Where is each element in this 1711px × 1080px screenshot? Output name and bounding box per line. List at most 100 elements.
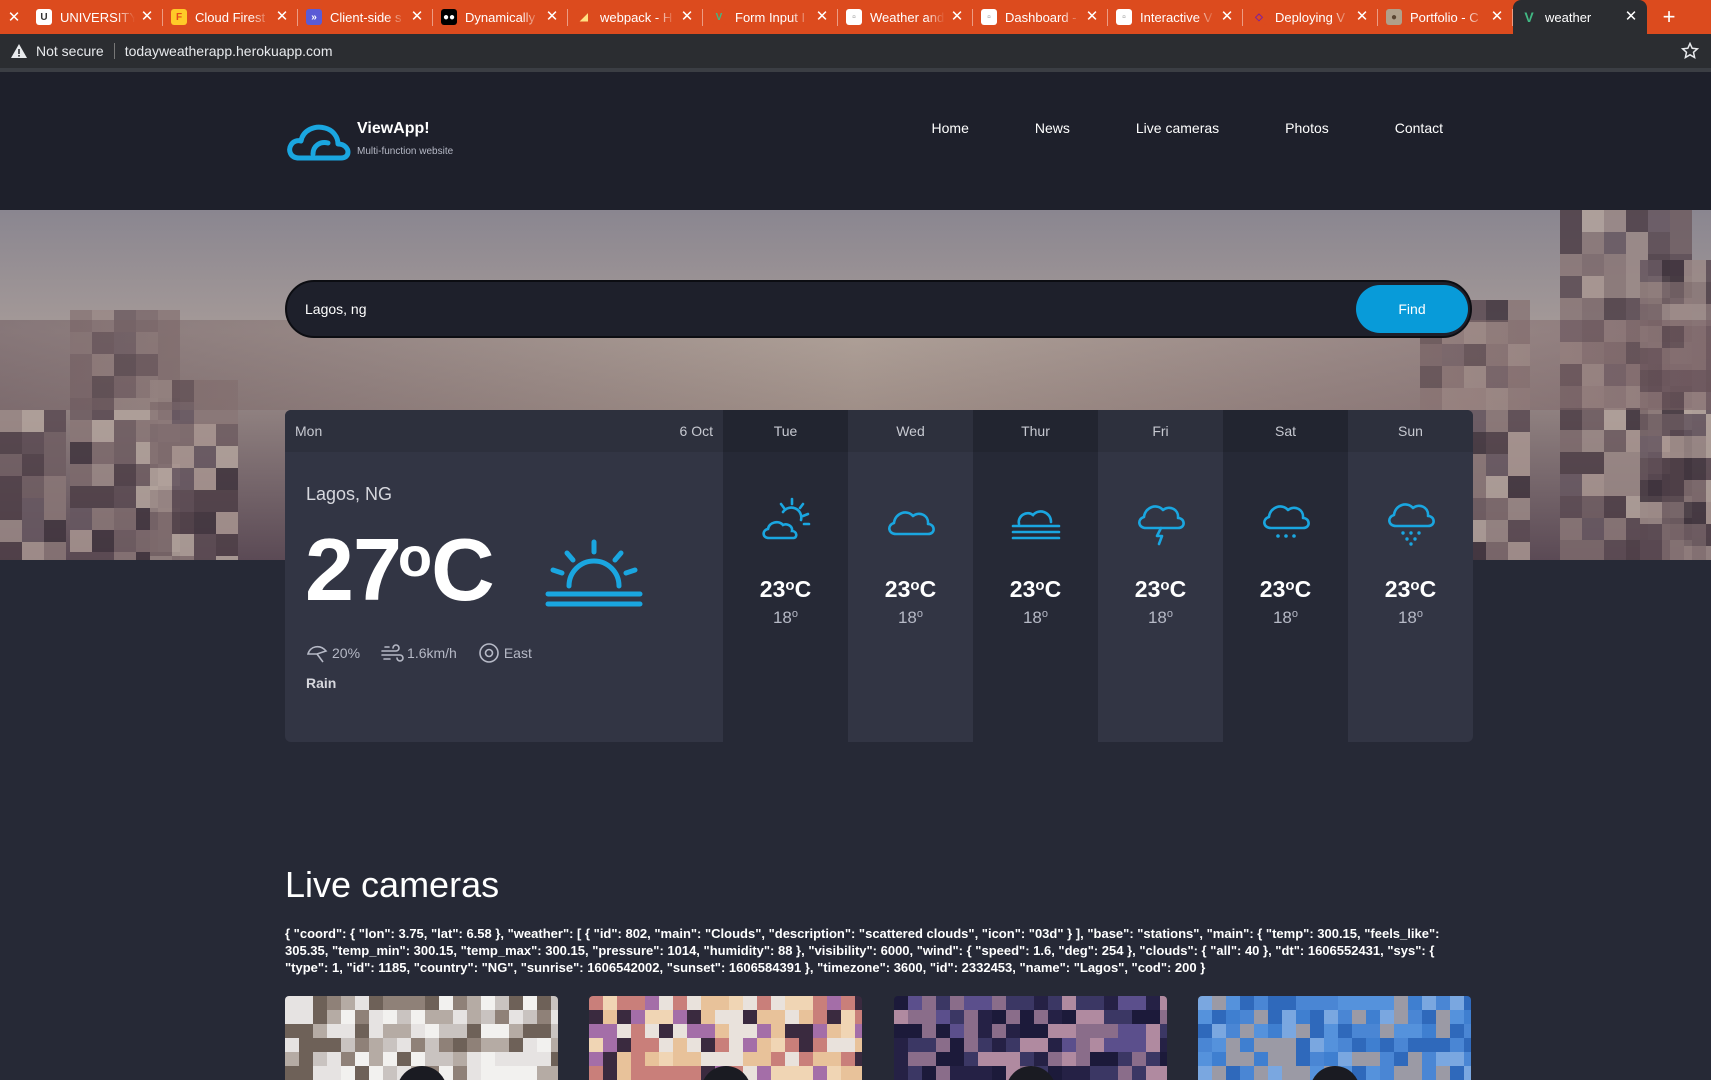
bookmark-star-icon[interactable] [1681, 42, 1699, 60]
snow-icon [1388, 503, 1435, 546]
close-tab-icon[interactable]: ✕ [409, 9, 425, 25]
high-temp: 23oC [759, 576, 812, 602]
weather-description: Rain [306, 675, 337, 691]
favicon-icon: » [306, 9, 322, 25]
tab-title: Dashboard - [1005, 9, 1077, 25]
close-tab-icon[interactable]: ✕ [544, 9, 560, 25]
not-secure-label[interactable]: Not secure [36, 43, 104, 59]
tab[interactable]: V Form Input I ✕ [703, 0, 838, 34]
address-bar[interactable]: Not secure todayweatherapp.herokuapp.com [0, 34, 1711, 68]
camera-thumbnail[interactable] [1198, 996, 1471, 1080]
close-tab-icon[interactable]: ✕ [1489, 9, 1505, 25]
cloud-logo-icon [287, 124, 351, 161]
tab[interactable]: ▫ Weather and ✕ [838, 0, 973, 34]
tab-title: Portfolio - C [1410, 9, 1479, 25]
nav-home[interactable]: Home [932, 120, 969, 136]
warning-icon [11, 44, 27, 58]
forecast-day-fri: Fri 23oC 18o [1098, 410, 1223, 742]
favicon-icon: ▫ [1116, 9, 1132, 25]
camera-thumbnail[interactable] [894, 996, 1167, 1080]
tab[interactable]: ● Portfolio - C ✕ [1378, 0, 1513, 34]
main-nav: Home News Live cameras Photos Contact [866, 120, 1443, 136]
close-tab-icon[interactable]: ✕ [274, 9, 290, 25]
high-temp: 23oC [1009, 576, 1062, 602]
day-name: Sat [1223, 410, 1348, 452]
tab-title: Dynamically [465, 9, 536, 25]
low-temp: 18o [1397, 608, 1424, 627]
today-day: Mon [295, 423, 323, 439]
location-name: Lagos, NG [306, 484, 393, 504]
forecast-day-sun: Sun 23oC 18o [1348, 410, 1473, 742]
close-tab-icon[interactable]: ✕ [1623, 9, 1639, 25]
forecast-day-sat: Sat 23oC 18o [1223, 410, 1348, 742]
new-tab-button[interactable]: + [1647, 0, 1691, 34]
favicon-icon: ● [1386, 9, 1402, 25]
divider [113, 43, 115, 59]
forecast-day-wed: Wed 23oC 18o [848, 410, 973, 742]
section-title: Live cameras [285, 864, 500, 905]
day-name: Tue [723, 410, 848, 452]
forecast-day-thur: Thur 23oC 18o [973, 410, 1098, 742]
find-button[interactable]: Find [1356, 285, 1468, 333]
drizzle-icon [1263, 505, 1310, 538]
close-tab-icon[interactable]: ✕ [814, 9, 830, 25]
tab-title: weather [1545, 9, 1592, 25]
tab[interactable]: » Client-side s ✕ [298, 0, 433, 34]
favicon-icon: V [711, 9, 727, 25]
close-tab-icon[interactable]: ✕ [1084, 9, 1100, 25]
tab-title: Cloud Firest [195, 9, 266, 25]
tab-title: Client-side s [330, 9, 402, 25]
today-date: 6 Oct [679, 423, 713, 439]
camera-thumbnail[interactable] [285, 996, 558, 1080]
close-tab-icon[interactable]: ✕ [1219, 9, 1235, 25]
day-name: Fri [1098, 410, 1223, 452]
browser-tab-strip: ✕ U UNIVERSITY ✕ F Cloud Firest ✕» Client-side… [0, 0, 1711, 34]
tab[interactable]: ◇ Deploying V ✕ [1243, 0, 1378, 34]
close-tab-icon[interactable]: ✕ [1354, 9, 1370, 25]
nav-contact[interactable]: Contact [1395, 120, 1443, 136]
compass-icon [479, 643, 499, 663]
weather-json-dump: { "coord": { "lon": 3.75, "lat": 6.58 },… [285, 926, 1440, 975]
tab-title: UNIVERSITY [60, 9, 135, 25]
close-tab-icon[interactable]: ✕ [139, 9, 155, 25]
nav-news[interactable]: News [1035, 120, 1070, 136]
forecast-day-tue: Tue 23oC 18o [723, 410, 848, 742]
tab[interactable]: ●● Dynamically ✕ [433, 0, 568, 34]
url-text[interactable]: todayweatherapp.herokuapp.com [125, 43, 333, 59]
favicon-icon: F [171, 9, 187, 25]
tab[interactable]: U UNIVERSITY ✕ [28, 0, 163, 34]
tab[interactable]: F Cloud Firest ✕ [163, 0, 298, 34]
day-name: Wed [848, 410, 973, 452]
humidity-stat: 20% [305, 642, 360, 664]
tab-active[interactable]: V weather ✕ [1513, 0, 1647, 34]
low-temp: 18o [772, 608, 799, 627]
tab[interactable]: ▫ Dashboard - ✕ [973, 0, 1108, 34]
partly-sunny-icon [762, 497, 811, 540]
camera-thumbnail[interactable] [589, 996, 862, 1080]
favicon-icon: ▫ [981, 9, 997, 25]
close-tab-icon[interactable]: ✕ [949, 9, 965, 25]
location-search-input[interactable] [305, 282, 1325, 336]
forecast-panel: Mon 6 Oct Lagos, NG 27oC 20% 1.6km/h Eas… [285, 410, 1473, 742]
close-tab-icon[interactable]: ✕ [0, 0, 28, 34]
favicon-icon: ◢ [576, 9, 592, 25]
high-temp: 23oC [884, 576, 937, 602]
nav-live-cameras[interactable]: Live cameras [1136, 120, 1219, 136]
tab[interactable]: ▫ Interactive V ✕ [1108, 0, 1243, 34]
thunderstorm-icon [1138, 505, 1185, 546]
wind-stat: 1.6km/h [380, 642, 457, 664]
weather-details: 20% 1.6km/h East [305, 642, 552, 664]
vue-favicon-icon: V [1524, 9, 1534, 25]
favicon-icon: U [36, 9, 52, 25]
tab-title: Weather and [870, 9, 945, 25]
wind-icon [381, 644, 404, 662]
close-tab-icon[interactable]: ✕ [679, 9, 695, 25]
day-name: Thur [973, 410, 1098, 452]
day-name: Sun [1348, 410, 1473, 452]
low-temp: 18o [1022, 608, 1049, 627]
site-logo[interactable]: ViewApp! Multi-function website [285, 120, 453, 162]
tab[interactable]: ◢ webpack - H ✕ [568, 0, 703, 34]
favicon-icon: ●● [441, 9, 457, 25]
nav-photos[interactable]: Photos [1285, 120, 1329, 136]
fog-icon [1011, 510, 1061, 540]
